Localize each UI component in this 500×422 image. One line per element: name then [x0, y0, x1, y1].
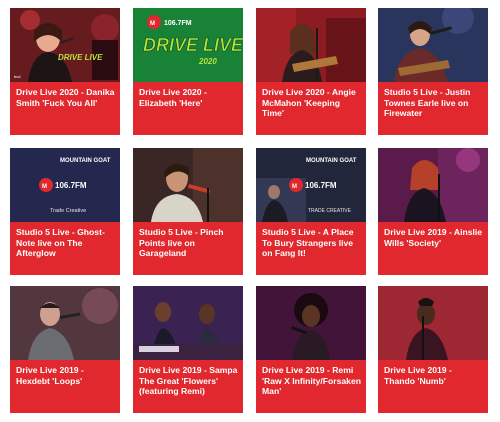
video-thumbnail-image: [133, 286, 243, 360]
video-title[interactable]: Studio 5 Live - Justin Townes Earle live…: [384, 87, 483, 119]
video-card[interactable]: Drive Live 2019 - Ainslie Wills 'Society…: [378, 148, 488, 275]
video-card[interactable]: Drive Live 2019 - Sampa The Great 'Flowe…: [133, 286, 243, 413]
svg-text:M: M: [292, 184, 297, 190]
video-title[interactable]: Drive Live 2019 - Ainslie Wills 'Society…: [384, 227, 483, 248]
video-card[interactable]: Drive Live 2019 - Thando 'Numb': [378, 286, 488, 413]
video-thumbnail[interactable]: [378, 286, 488, 360]
video-thumbnail-image: [378, 286, 488, 360]
video-thumbnail-image: [378, 148, 488, 222]
video-thumbnail[interactable]: [256, 286, 366, 360]
svg-text:M: M: [150, 21, 155, 27]
svg-text:106.7FM: 106.7FM: [164, 20, 192, 27]
video-thumbnail[interactable]: [10, 286, 120, 360]
video-card[interactable]: MOUNTAIN GOAT M 106.7FM TRADE CREATIVE S…: [256, 148, 366, 275]
video-card[interactable]: Drive Live 2019 - Remi 'Raw X Infinity/F…: [256, 286, 366, 413]
video-title[interactable]: Studio 5 Live - Ghost-Note live on The A…: [16, 227, 115, 259]
video-thumbnail[interactable]: [133, 148, 243, 222]
video-grid: DRIVE LIVE bcd Drive Live 2020 - Danika …: [0, 0, 500, 422]
video-thumbnail-image: [256, 8, 366, 82]
svg-text:bcd: bcd: [14, 74, 20, 79]
video-thumbnail-image: MOUNTAIN GOAT M 106.7FM Trade Creative: [10, 148, 120, 222]
svg-text:TRADE CREATIVE: TRADE CREATIVE: [308, 208, 352, 214]
video-title[interactable]: Drive Live 2019 - Sampa The Great 'Flowe…: [139, 365, 238, 397]
video-title[interactable]: Drive Live 2020 - Elizabeth 'Here': [139, 87, 238, 108]
svg-text:Trade Creative: Trade Creative: [50, 208, 86, 214]
video-thumbnail-image: [10, 286, 120, 360]
mountain-goat-logo-text: MOUNTAIN GOAT: [60, 158, 111, 164]
video-title[interactable]: Drive Live 2020 - Danika Smith 'Fuck You…: [16, 87, 115, 108]
video-thumbnail-image: M 106.7FM DRIVE LIVE 2020: [133, 8, 243, 82]
svg-text:2020: 2020: [198, 57, 217, 66]
video-thumbnail[interactable]: [256, 8, 366, 82]
video-thumbnail-image: [378, 8, 488, 82]
drive-live-logo-text: DRIVE LIVE: [143, 35, 243, 55]
video-card[interactable]: Drive Live 2020 - Angie McMahon 'Keeping…: [256, 8, 366, 135]
video-thumbnail[interactable]: [378, 148, 488, 222]
drive-live-logo-text: DRIVE LIVE: [58, 53, 103, 62]
video-thumbnail[interactable]: MOUNTAIN GOAT M 106.7FM Trade Creative: [10, 148, 120, 222]
video-title[interactable]: Studio 5 Live - Pinch Points live on Gar…: [139, 227, 238, 259]
video-thumbnail[interactable]: M 106.7FM DRIVE LIVE 2020: [133, 8, 243, 82]
video-thumbnail-image: MOUNTAIN GOAT M 106.7FM TRADE CREATIVE: [256, 148, 366, 222]
video-card[interactable]: Drive Live 2019 - Hexdebt 'Loops': [10, 286, 120, 413]
video-card[interactable]: M 106.7FM DRIVE LIVE 2020 Drive Live 202…: [133, 8, 243, 135]
video-title[interactable]: Drive Live 2019 - Thando 'Numb': [384, 365, 483, 386]
svg-text:106.7FM: 106.7FM: [55, 181, 87, 190]
video-thumbnail[interactable]: DRIVE LIVE bcd: [10, 8, 120, 82]
svg-text:106.7FM: 106.7FM: [305, 181, 337, 190]
video-title[interactable]: Drive Live 2020 - Angie McMahon 'Keeping…: [262, 87, 361, 119]
video-title[interactable]: Drive Live 2019 - Remi 'Raw X Infinity/F…: [262, 365, 361, 397]
video-card[interactable]: DRIVE LIVE bcd Drive Live 2020 - Danika …: [10, 8, 120, 135]
video-card[interactable]: Studio 5 Live - Justin Townes Earle live…: [378, 8, 488, 135]
svg-text:M: M: [42, 184, 47, 190]
video-thumbnail-image: [256, 286, 366, 360]
video-card[interactable]: Studio 5 Live - Pinch Points live on Gar…: [133, 148, 243, 275]
video-thumbnail-image: DRIVE LIVE bcd: [10, 8, 120, 82]
video-thumbnail[interactable]: MOUNTAIN GOAT M 106.7FM TRADE CREATIVE: [256, 148, 366, 222]
mountain-goat-logo-text: MOUNTAIN GOAT: [306, 158, 357, 164]
video-thumbnail-image: [133, 148, 243, 222]
video-thumbnail[interactable]: [133, 286, 243, 360]
video-thumbnail[interactable]: [378, 8, 488, 82]
video-title[interactable]: Drive Live 2019 - Hexdebt 'Loops': [16, 365, 115, 386]
video-title[interactable]: Studio 5 Live - A Place To Bury Stranger…: [262, 227, 361, 259]
video-card[interactable]: MOUNTAIN GOAT M 106.7FM Trade Creative S…: [10, 148, 120, 275]
